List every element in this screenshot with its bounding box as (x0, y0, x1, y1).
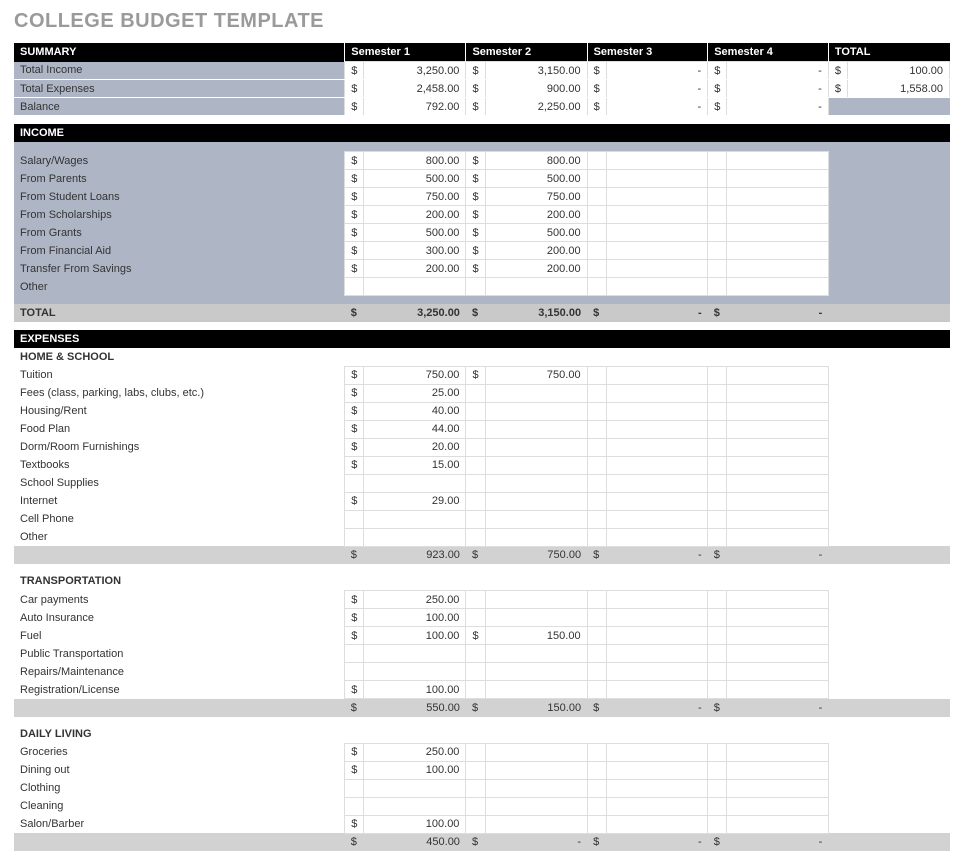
income-label: From Scholarships (14, 206, 345, 224)
expense-label: Dining out (14, 761, 345, 779)
summary-row: Total Expenses$2,458.00$900.00$-$-$1,558… (14, 80, 950, 98)
summary-header: SUMMARY (14, 43, 345, 62)
col-sem1: Semester 1 (345, 43, 466, 62)
expense-subtotal-row: $550.00$150.00$-$- (14, 699, 950, 717)
expense-group-name: HOME & SCHOOL (14, 348, 950, 367)
expense-label: Auto Insurance (14, 609, 345, 627)
income-label: From Financial Aid (14, 242, 345, 260)
expense-row: Fees (class, parking, labs, clubs, etc.)… (14, 384, 950, 402)
expense-subtotal-row: $923.00$750.00$-$- (14, 546, 950, 564)
expense-group-name: DAILY LIVING (14, 725, 950, 744)
expense-row: Dorm/Room Furnishings$20.00 (14, 438, 950, 456)
expense-label: Clothing (14, 779, 345, 797)
income-row: Other (14, 278, 950, 296)
expense-row: Cleaning (14, 797, 950, 815)
expense-row: Groceries$250.00 (14, 743, 950, 761)
expense-row: Food Plan$44.00 (14, 420, 950, 438)
expense-group-header: HOME & SCHOOL (14, 348, 950, 367)
expense-label: Salon/Barber (14, 815, 345, 833)
budget-table: SUMMARY Semester 1 Semester 2 Semester 3… (14, 43, 950, 851)
expense-row: Cell Phone (14, 510, 950, 528)
expense-label: Housing/Rent (14, 402, 345, 420)
expense-label: Public Transportation (14, 645, 345, 663)
summary-label: Balance (14, 98, 345, 116)
income-total-row: TOTAL $3,250.00 $3,150.00 $- $- (14, 304, 950, 322)
col-sem3: Semester 3 (587, 43, 708, 62)
income-row: From Grants$500.00$500.00 (14, 224, 950, 242)
income-row: From Student Loans$750.00$750.00 (14, 188, 950, 206)
income-label: From Student Loans (14, 188, 345, 206)
expense-row: Textbooks$15.00 (14, 456, 950, 474)
expense-row: School Supplies (14, 474, 950, 492)
page-title: COLLEGE BUDGET TEMPLATE (14, 10, 950, 33)
expense-label: Other (14, 528, 345, 546)
income-row: From Scholarships$200.00$200.00 (14, 206, 950, 224)
expense-label: Textbooks (14, 456, 345, 474)
expense-row: Car payments$250.00 (14, 591, 950, 609)
expense-label: Internet (14, 492, 345, 510)
expense-row: Auto Insurance$100.00 (14, 609, 950, 627)
income-row: From Financial Aid$300.00$200.00 (14, 242, 950, 260)
income-label: Transfer From Savings (14, 260, 345, 278)
expense-label: Tuition (14, 366, 345, 384)
expense-label: Registration/License (14, 681, 345, 699)
expense-label: Food Plan (14, 420, 345, 438)
expense-row: Clothing (14, 779, 950, 797)
income-label: From Grants (14, 224, 345, 242)
income-row: From Parents$500.00$500.00 (14, 170, 950, 188)
expense-row: Internet$29.00 (14, 492, 950, 510)
income-total-s1: 3,250.00 (364, 304, 466, 322)
expense-label: Dorm/Room Furnishings (14, 438, 345, 456)
summary-label: Total Expenses (14, 80, 345, 98)
expense-subtotal-row: $450.00$-$-$- (14, 833, 950, 851)
expense-label: Repairs/Maintenance (14, 663, 345, 681)
expense-label: Fuel (14, 627, 345, 645)
expense-group-name: TRANSPORTATION (14, 572, 950, 591)
summary-row: Balance$792.00$2,250.00$-$- (14, 98, 950, 116)
expense-label: Fees (class, parking, labs, clubs, etc.) (14, 384, 345, 402)
expense-row: Dining out$100.00 (14, 761, 950, 779)
col-total: TOTAL (828, 43, 949, 62)
expense-group-header: TRANSPORTATION (14, 572, 950, 591)
income-label: Salary/Wages (14, 152, 345, 170)
income-header-row: INCOME (14, 124, 950, 142)
income-label: From Parents (14, 170, 345, 188)
expense-row: Registration/License$100.00 (14, 681, 950, 699)
expense-label: Groceries (14, 743, 345, 761)
expense-row: Other (14, 528, 950, 546)
income-row: Salary/Wages$800.00$800.00 (14, 152, 950, 170)
income-total-s2: 3,150.00 (485, 304, 587, 322)
expense-row: Salon/Barber$100.00 (14, 815, 950, 833)
summary-label: Total Income (14, 62, 345, 80)
expenses-header-row: EXPENSES (14, 330, 950, 348)
col-sem4: Semester 4 (708, 43, 829, 62)
expense-row: Public Transportation (14, 645, 950, 663)
expense-row: Housing/Rent$40.00 (14, 402, 950, 420)
income-row: Transfer From Savings$200.00$200.00 (14, 260, 950, 278)
expense-label: School Supplies (14, 474, 345, 492)
expense-row: Fuel$100.00$150.00 (14, 627, 950, 645)
income-total-s4: - (727, 304, 829, 322)
summary-row: Total Income$3,250.00$3,150.00$-$-$100.0… (14, 62, 950, 80)
income-total-label: TOTAL (14, 304, 345, 322)
expense-row: Tuition$750.00$750.00 (14, 366, 950, 384)
summary-header-row: SUMMARY Semester 1 Semester 2 Semester 3… (14, 43, 950, 62)
expenses-header: EXPENSES (14, 330, 950, 348)
income-header: INCOME (14, 124, 950, 142)
expense-group-header: DAILY LIVING (14, 725, 950, 744)
expense-label: Cell Phone (14, 510, 345, 528)
income-label: Other (14, 278, 345, 296)
expense-label: Cleaning (14, 797, 345, 815)
col-sem2: Semester 2 (466, 43, 587, 62)
expense-label: Car payments (14, 591, 345, 609)
expense-row: Repairs/Maintenance (14, 663, 950, 681)
income-total-s3: - (606, 304, 708, 322)
